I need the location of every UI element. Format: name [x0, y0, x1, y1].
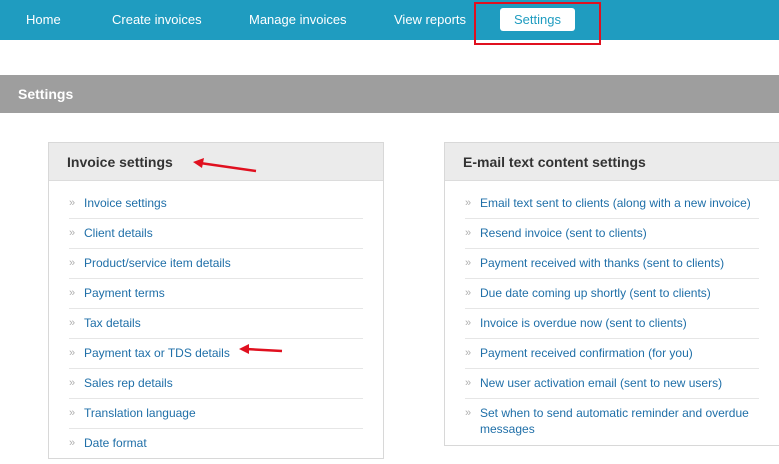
invoice-settings-list: » Invoice settings » Client details » Produ… [49, 181, 383, 458]
chevron-right-icon: » [465, 317, 472, 329]
chevron-right-icon: » [465, 197, 472, 209]
nav-view-reports[interactable]: View reports [394, 0, 466, 40]
link-sales-rep-details[interactable]: Sales rep details [84, 376, 173, 390]
chevron-right-icon: » [69, 287, 76, 299]
list-item: » Invoice settings [69, 189, 363, 219]
list-item: » Email text sent to clients (along with … [465, 189, 759, 219]
list-item: » Tax details [69, 309, 363, 339]
list-item: » Translation language [69, 399, 363, 429]
list-item: » Product/service item details [69, 249, 363, 279]
chevron-right-icon: » [465, 377, 472, 389]
chevron-right-icon: » [465, 287, 472, 299]
list-item: » Payment tax or TDS details [69, 339, 363, 369]
nav-home[interactable]: Home [26, 0, 61, 40]
email-text-settings-panel: E-mail text content settings » Email text… [444, 142, 779, 446]
link-new-user-activation[interactable]: New user activation email (sent to new u… [480, 376, 722, 390]
annotation-arrow-icon [193, 158, 257, 173]
chevron-right-icon: » [465, 407, 472, 419]
link-payment-received-thanks[interactable]: Payment received with thanks (sent to cl… [480, 256, 724, 270]
link-payment-received-confirmation[interactable]: Payment received confirmation (for you) [480, 346, 693, 360]
link-email-new-invoice[interactable]: Email text sent to clients (along with a… [480, 196, 751, 210]
chevron-right-icon: » [69, 197, 76, 209]
list-item: » Due date coming up shortly (sent to cli… [465, 279, 759, 309]
link-payment-terms[interactable]: Payment terms [84, 286, 165, 300]
link-due-date-coming[interactable]: Due date coming up shortly (sent to clie… [480, 286, 711, 300]
top-navigation: Home Create invoices Manage invoices Vie… [0, 0, 779, 40]
list-item: » Resend invoice (sent to clients) [465, 219, 759, 249]
chevron-right-icon: » [69, 407, 76, 419]
invoice-settings-panel: Invoice settings » Invoice settings » Clie… [48, 142, 384, 459]
link-payment-tax-tds-details[interactable]: Payment tax or TDS details [84, 346, 230, 360]
link-resend-invoice[interactable]: Resend invoice (sent to clients) [480, 226, 647, 240]
list-item: » Sales rep details [69, 369, 363, 399]
chevron-right-icon: » [69, 437, 76, 449]
nav-create-invoices[interactable]: Create invoices [112, 0, 202, 40]
list-item: » Date format [69, 429, 363, 458]
list-item: » Payment received with thanks (sent to c… [465, 249, 759, 279]
list-item: » Client details [69, 219, 363, 249]
chevron-right-icon: » [69, 347, 76, 359]
email-text-settings-heading: E-mail text content settings [445, 143, 779, 181]
chevron-right-icon: » [69, 317, 76, 329]
link-invoice-overdue[interactable]: Invoice is overdue now (sent to clients) [480, 316, 687, 330]
link-automatic-reminder[interactable]: Set when to send automatic reminder and … [480, 406, 749, 436]
chevron-right-icon: » [465, 347, 472, 359]
chevron-right-icon: » [465, 257, 472, 269]
link-product-service-item-details[interactable]: Product/service item details [84, 256, 231, 270]
link-invoice-settings[interactable]: Invoice settings [84, 196, 167, 210]
link-tax-details[interactable]: Tax details [84, 316, 141, 330]
section-header-bar: Settings [0, 75, 779, 113]
nav-manage-invoices[interactable]: Manage invoices [249, 0, 347, 40]
list-item: » New user activation email (sent to new … [465, 369, 759, 399]
annotation-arrow-icon [239, 344, 283, 354]
chevron-right-icon: » [465, 227, 472, 239]
email-text-settings-list: » Email text sent to clients (along with … [445, 181, 779, 444]
chevron-right-icon: » [69, 257, 76, 269]
list-item: » Invoice is overdue now (sent to clients… [465, 309, 759, 339]
annotation-highlight-box [474, 2, 601, 45]
link-date-format[interactable]: Date format [84, 436, 147, 450]
chevron-right-icon: » [69, 377, 76, 389]
chevron-right-icon: » [69, 227, 76, 239]
link-client-details[interactable]: Client details [84, 226, 153, 240]
list-item: » Payment terms [69, 279, 363, 309]
list-item: » Set when to send automatic reminder and… [465, 399, 759, 444]
list-item: » Payment received confirmation (for you) [465, 339, 759, 369]
page-title: Settings [18, 86, 74, 102]
link-translation-language[interactable]: Translation language [84, 406, 196, 420]
